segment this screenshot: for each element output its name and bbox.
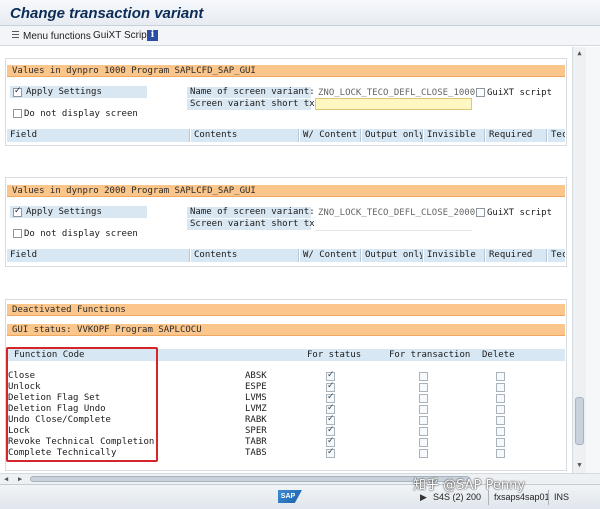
delete-checkbox[interactable] xyxy=(496,438,505,447)
function-code: RABK xyxy=(245,415,267,425)
col-required[interactable]: Required xyxy=(486,129,547,142)
function-code: ABSK xyxy=(245,371,267,381)
col-invisible[interactable]: Invisible xyxy=(424,129,485,142)
col-contents[interactable]: Contents xyxy=(191,129,299,142)
scroll-left-icon[interactable]: ◀ xyxy=(4,474,8,484)
screen-variant-name-2000-label: Name of screen variant: xyxy=(187,207,315,218)
for-transaction-checkbox[interactable] xyxy=(419,394,428,403)
apply-settings-1000-label: Apply Settings xyxy=(10,86,147,98)
col-tec[interactable]: Tec xyxy=(548,249,565,262)
screen-variant-short-txt-2000-label: Screen variant short txt xyxy=(187,219,320,230)
col-delete[interactable]: Delete xyxy=(482,349,515,361)
system-info[interactable]: S4S (2) 200 xyxy=(433,492,481,502)
screen-variant-short-txt-2000-input[interactable] xyxy=(315,219,472,231)
vertical-scroll-thumb[interactable] xyxy=(575,397,584,445)
do-not-display-1000-label: Do not display screen xyxy=(24,109,138,119)
dynpro-2000-column-header-row: Field Contents W/ Content Output only In… xyxy=(7,249,565,262)
horizontal-scroll-thumb[interactable] xyxy=(30,476,470,482)
col-for-transaction[interactable]: For transaction xyxy=(389,349,470,361)
status-divider xyxy=(548,490,549,505)
screen-variant-short-txt-1000-input[interactable] xyxy=(315,98,472,110)
screen-variant-name-2000-input[interactable]: ZNO_LOCK_TECO_DEFL_CLOSE_2000 xyxy=(315,207,475,219)
screen-variant-short-txt-1000-label: Screen variant short txt xyxy=(187,99,320,110)
dynpro-2000-header: Values in dynpro 2000 Program SAPLCFD_SA… xyxy=(7,185,565,197)
for-status-checkbox[interactable] xyxy=(326,403,335,414)
function-code: ESPE xyxy=(245,382,267,392)
delete-checkbox[interactable] xyxy=(496,405,505,414)
watermark: 知乎 @SAP Penny xyxy=(413,478,526,493)
insert-mode: INS xyxy=(554,492,570,502)
apply-settings-2000-label: Apply Settings xyxy=(10,206,147,218)
guixt-script-2000-checkbox[interactable] xyxy=(476,208,485,217)
for-status-checkbox[interactable] xyxy=(326,381,335,392)
delete-checkbox[interactable] xyxy=(496,449,505,458)
do-not-display-2000-label: Do not display screen xyxy=(24,229,138,239)
server-info: fxsaps4sap01 xyxy=(494,492,550,502)
screen-variant-name-1000-label: Name of screen variant: xyxy=(187,87,315,98)
dynpro-1000-column-header-row: Field Contents W/ Content Output only In… xyxy=(7,129,565,142)
scroll-down-icon[interactable]: ▼ xyxy=(575,461,584,470)
application-toolbar: Menu functions GuiXT Script i xyxy=(0,26,600,46)
guixt-script-2000-label: GuiXT script xyxy=(487,208,553,218)
apply-settings-1000-checkbox[interactable] xyxy=(13,86,22,97)
delete-checkbox[interactable] xyxy=(496,383,505,392)
guixt-script-1000-checkbox[interactable] xyxy=(476,88,485,97)
for-transaction-checkbox[interactable] xyxy=(419,416,428,425)
menu-functions-button[interactable]: Menu functions xyxy=(12,30,91,42)
content-area: Values in dynpro 1000 Program SAPLCFD_SA… xyxy=(0,47,572,473)
function-code: TABR xyxy=(245,437,267,447)
delete-checkbox[interactable] xyxy=(496,427,505,436)
info-icon: i xyxy=(147,30,158,41)
info-button[interactable]: i xyxy=(147,29,158,41)
for-transaction-checkbox[interactable] xyxy=(419,427,428,436)
col-output-only[interactable]: Output only xyxy=(362,249,423,262)
window-title: Change transaction variant xyxy=(10,5,204,22)
for-status-checkbox[interactable] xyxy=(326,425,335,436)
col-field[interactable]: Field xyxy=(7,249,190,262)
dynpro-1000-header: Values in dynpro 1000 Program SAPLCFD_SA… xyxy=(7,65,565,77)
for-transaction-checkbox[interactable] xyxy=(419,449,428,458)
for-transaction-checkbox[interactable] xyxy=(419,405,428,414)
title-bar: Change transaction variant xyxy=(0,0,600,26)
col-output-only[interactable]: Output only xyxy=(362,129,423,142)
delete-checkbox[interactable] xyxy=(496,416,505,425)
do-not-display-1000-checkbox[interactable] xyxy=(13,109,22,118)
apply-settings-2000-checkbox[interactable] xyxy=(13,206,22,217)
highlight-box xyxy=(6,347,158,462)
for-status-checkbox[interactable] xyxy=(326,436,335,447)
guixt-script-button[interactable]: GuiXT Script xyxy=(93,30,150,41)
col-invisible[interactable]: Invisible xyxy=(424,249,485,262)
delete-checkbox[interactable] xyxy=(496,394,505,403)
for-status-checkbox[interactable] xyxy=(326,370,335,381)
col-w-content[interactable]: W/ Content xyxy=(300,249,361,262)
sap-logo: SAP xyxy=(278,490,302,503)
scroll-right-icon[interactable]: ▶ xyxy=(18,474,22,484)
for-status-checkbox[interactable] xyxy=(326,414,335,425)
for-transaction-checkbox[interactable] xyxy=(419,372,428,381)
play-icon[interactable]: ▶ xyxy=(420,492,427,503)
menu-icon xyxy=(12,30,19,40)
col-required[interactable]: Required xyxy=(486,249,547,262)
delete-checkbox[interactable] xyxy=(496,372,505,381)
for-transaction-checkbox[interactable] xyxy=(419,383,428,392)
do-not-display-2000-checkbox[interactable] xyxy=(13,229,22,238)
function-code: SPER xyxy=(245,426,267,436)
function-code: TABS xyxy=(245,448,267,458)
function-code: LVMZ xyxy=(245,404,267,414)
col-tec[interactable]: Tec xyxy=(548,129,565,142)
for-status-checkbox[interactable] xyxy=(326,392,335,403)
col-w-content[interactable]: W/ Content xyxy=(300,129,361,142)
guixt-script-1000-label: GuiXT script xyxy=(487,88,553,98)
right-edge xyxy=(586,47,600,473)
for-status-checkbox[interactable] xyxy=(326,447,335,458)
function-code: LVMS xyxy=(245,393,267,403)
for-transaction-checkbox[interactable] xyxy=(419,438,428,447)
col-for-status[interactable]: For status xyxy=(307,349,361,361)
scroll-up-icon[interactable]: ▲ xyxy=(575,49,584,58)
gui-status-header: GUI status: VVKOPF Program SAPLCOCU xyxy=(7,324,565,336)
vertical-scrollbar[interactable]: ▲ ▼ xyxy=(572,47,586,473)
col-contents[interactable]: Contents xyxy=(191,249,299,262)
col-field[interactable]: Field xyxy=(7,129,190,142)
deactivated-functions-header: Deactivated Functions xyxy=(7,304,565,316)
